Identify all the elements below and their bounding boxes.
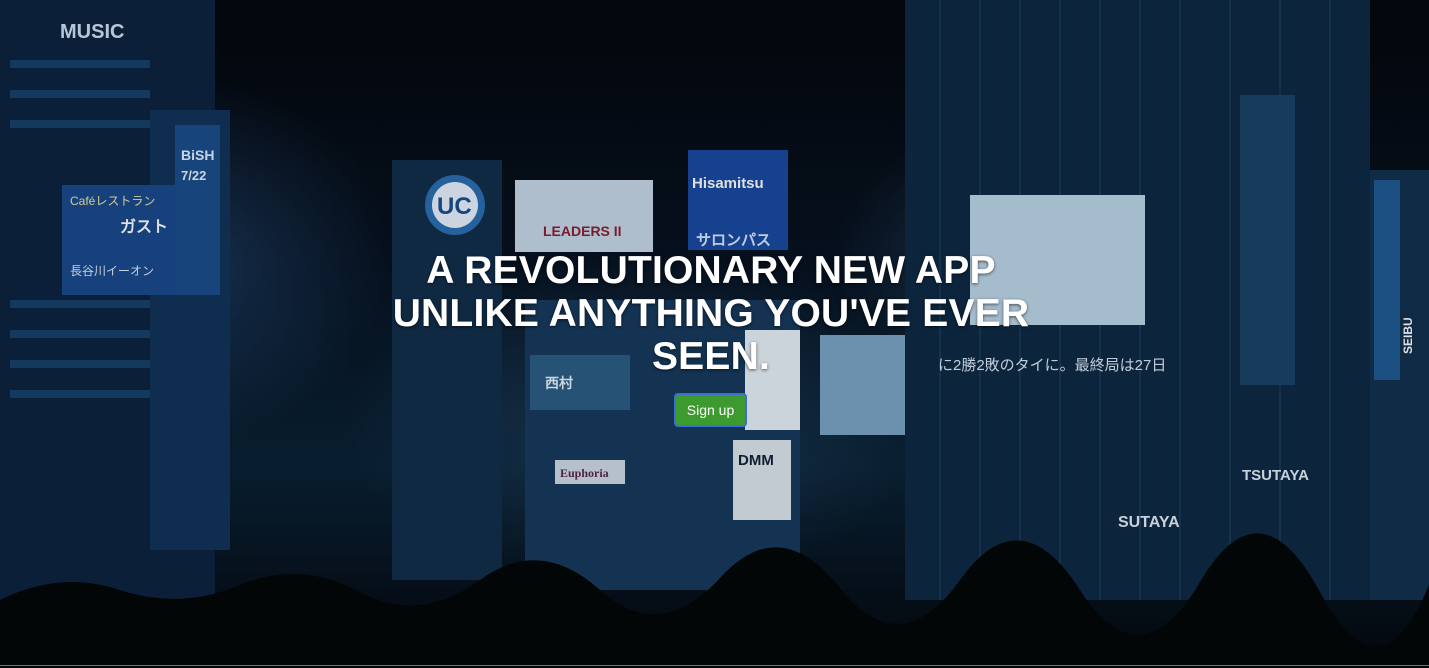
signup-button[interactable]: Sign up xyxy=(674,393,747,427)
bottom-divider xyxy=(0,665,1429,666)
hero-section: MUSIC BiSH 7/22 Caféレストラン ガスト 長谷川イーオン UC… xyxy=(0,0,1429,668)
hero-headline: A REVOLUTIONARY NEW APP UNLIKE ANYTHING … xyxy=(392,249,1030,378)
